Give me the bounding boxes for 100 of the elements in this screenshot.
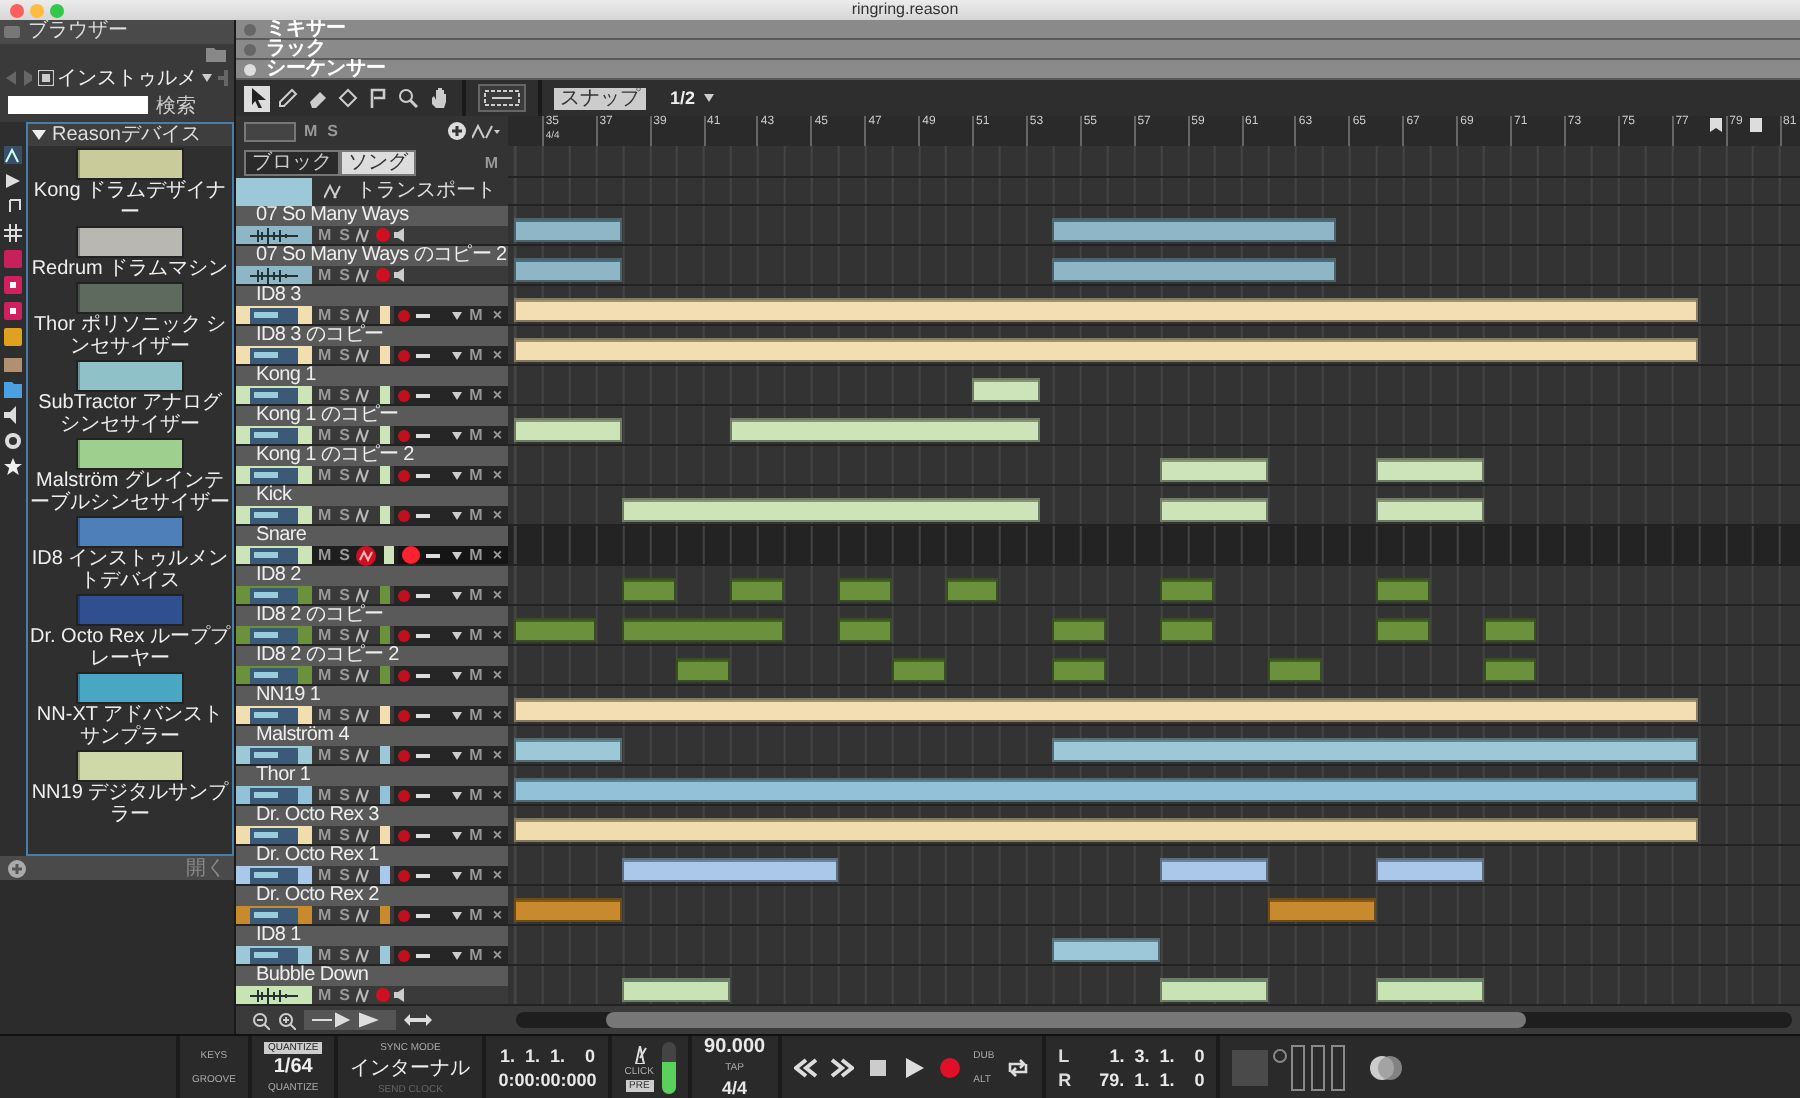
- lane-mute-label[interactable]: M: [467, 626, 485, 644]
- tempo-value[interactable]: 90.000: [704, 1038, 766, 1058]
- solo-label[interactable]: S: [337, 306, 353, 324]
- loop-icon[interactable]: [1006, 1058, 1031, 1078]
- automation-icon[interactable]: [356, 707, 373, 723]
- caret-icon[interactable]: [451, 951, 462, 959]
- track-header[interactable]: Malström 4 M S M ×: [236, 726, 508, 766]
- note-lane-header[interactable]: M ×: [394, 346, 508, 364]
- snap-dropdown[interactable]: 1/2: [658, 86, 726, 110]
- forward-button[interactable]: [829, 1056, 854, 1080]
- note-clip[interactable]: [1375, 458, 1484, 482]
- note-lane-header[interactable]: M ×: [394, 586, 508, 604]
- note-lane-header[interactable]: M ×: [394, 666, 508, 684]
- lane-delete-label[interactable]: ×: [490, 786, 504, 804]
- mute-label[interactable]: M: [316, 386, 334, 404]
- note-clip[interactable]: [622, 578, 677, 602]
- record-dot-icon[interactable]: [401, 546, 420, 564]
- note-clip[interactable]: [1267, 898, 1376, 922]
- dash-icon[interactable]: [416, 793, 431, 797]
- caret-icon[interactable]: [451, 671, 462, 679]
- automation-icon[interactable]: [324, 184, 344, 200]
- caret-icon[interactable]: [451, 311, 462, 319]
- automation-icon[interactable]: [356, 387, 373, 403]
- track-header[interactable]: NN19 1 M S M ×: [236, 686, 508, 726]
- note-clip[interactable]: [1375, 578, 1430, 602]
- record-dot-icon[interactable]: [398, 789, 411, 801]
- record-dot-icon[interactable]: [376, 228, 391, 242]
- note-clip[interactable]: [622, 858, 838, 882]
- audio-clip[interactable]: [1375, 978, 1484, 1002]
- solo-label[interactable]: S: [337, 546, 353, 564]
- dash-icon[interactable]: [416, 673, 431, 677]
- lane-delete-label[interactable]: ×: [490, 826, 504, 844]
- automation-icon[interactable]: [356, 827, 373, 843]
- lane-size-control[interactable]: [304, 1010, 396, 1030]
- mute-label[interactable]: M: [316, 746, 334, 764]
- folder-icon[interactable]: [4, 380, 22, 398]
- note-clip[interactable]: [1375, 858, 1484, 882]
- audio-clip[interactable]: [622, 978, 730, 1002]
- note-clip[interactable]: [1375, 618, 1430, 642]
- track-header[interactable]: Dr. Octo Rex 2 M S M ×: [236, 886, 508, 926]
- mute-label[interactable]: M: [316, 506, 334, 524]
- song-time[interactable]: 0:00:00:000: [498, 1070, 597, 1090]
- note-clip[interactable]: [514, 778, 1699, 802]
- end-marker-icon[interactable]: [1749, 118, 1762, 132]
- solo-label[interactable]: S: [337, 746, 353, 764]
- note-clip[interactable]: [1052, 938, 1161, 962]
- mute-label[interactable]: M: [316, 226, 334, 244]
- search-field[interactable]: [8, 96, 148, 114]
- solo-label[interactable]: S: [337, 346, 353, 364]
- track-header[interactable]: Thor 1 M S M ×: [236, 766, 508, 806]
- audio-clip[interactable]: [1052, 258, 1336, 282]
- device-panel-drawing[interactable]: [76, 750, 184, 782]
- record-dot-icon[interactable]: [398, 509, 411, 521]
- snap-button[interactable]: スナップ: [554, 87, 646, 109]
- caret-icon[interactable]: [451, 391, 462, 399]
- note-clip[interactable]: [1052, 738, 1699, 762]
- record-dot-icon[interactable]: [398, 709, 411, 721]
- record-dot-icon[interactable]: [398, 669, 411, 681]
- note-clip[interactable]: [622, 498, 1040, 522]
- automation-icon[interactable]: [356, 907, 373, 923]
- automation-icon[interactable]: [356, 347, 373, 363]
- mute-label[interactable]: M: [316, 866, 334, 884]
- track-header[interactable]: ID8 2 のコピー M S M ×: [236, 606, 508, 646]
- track-header[interactable]: Kong 1 のコピー 2 M S M ×: [236, 446, 508, 486]
- solo-label[interactable]: S: [337, 386, 353, 404]
- lane-mute-label[interactable]: M: [467, 746, 485, 764]
- mute-label[interactable]: M: [316, 546, 334, 564]
- stop-button[interactable]: [865, 1056, 890, 1080]
- automation-icon[interactable]: [472, 123, 500, 139]
- track-header[interactable]: Kong 1 のコピー M S M ×: [236, 406, 508, 446]
- device-label[interactable]: NN-XT アドバンストサンプラー: [30, 704, 230, 748]
- caret-icon[interactable]: [451, 471, 462, 479]
- click-level-slider[interactable]: [662, 1042, 677, 1094]
- dash-icon[interactable]: [425, 553, 440, 557]
- mute-label[interactable]: M: [316, 666, 334, 684]
- dash-icon[interactable]: [416, 873, 431, 877]
- lane-mode-button[interactable]: [244, 121, 296, 141]
- left-locator-position[interactable]: 1. 3. 1. 0: [1109, 1046, 1205, 1066]
- audio-clip[interactable]: [1160, 978, 1268, 1002]
- note-clip[interactable]: [514, 338, 1699, 362]
- mute-label[interactable]: M: [316, 586, 334, 604]
- note-clip[interactable]: [1160, 498, 1268, 522]
- mute-label[interactable]: M: [316, 266, 334, 284]
- search-button[interactable]: 検索: [156, 91, 196, 119]
- automation-icon[interactable]: [356, 307, 373, 323]
- note-clip[interactable]: [1267, 658, 1322, 682]
- note-clip[interactable]: [514, 698, 1699, 722]
- dash-icon[interactable]: [416, 353, 431, 357]
- caret-icon[interactable]: [451, 711, 462, 719]
- globe-icon[interactable]: [4, 432, 22, 450]
- mute-label[interactable]: M: [316, 346, 334, 364]
- note-clip[interactable]: [1483, 618, 1537, 642]
- note-clip[interactable]: [972, 378, 1040, 402]
- mute-label[interactable]: M: [482, 153, 500, 171]
- note-clip[interactable]: [514, 818, 1699, 842]
- sync-mode-dropdown[interactable]: インターナル: [350, 1057, 471, 1079]
- automation-icon[interactable]: [356, 747, 373, 763]
- note-clip[interactable]: [1160, 578, 1215, 602]
- track-header[interactable]: 07 So Many Ways のコピー 2 M S: [236, 246, 508, 286]
- automation-icon[interactable]: [356, 587, 373, 603]
